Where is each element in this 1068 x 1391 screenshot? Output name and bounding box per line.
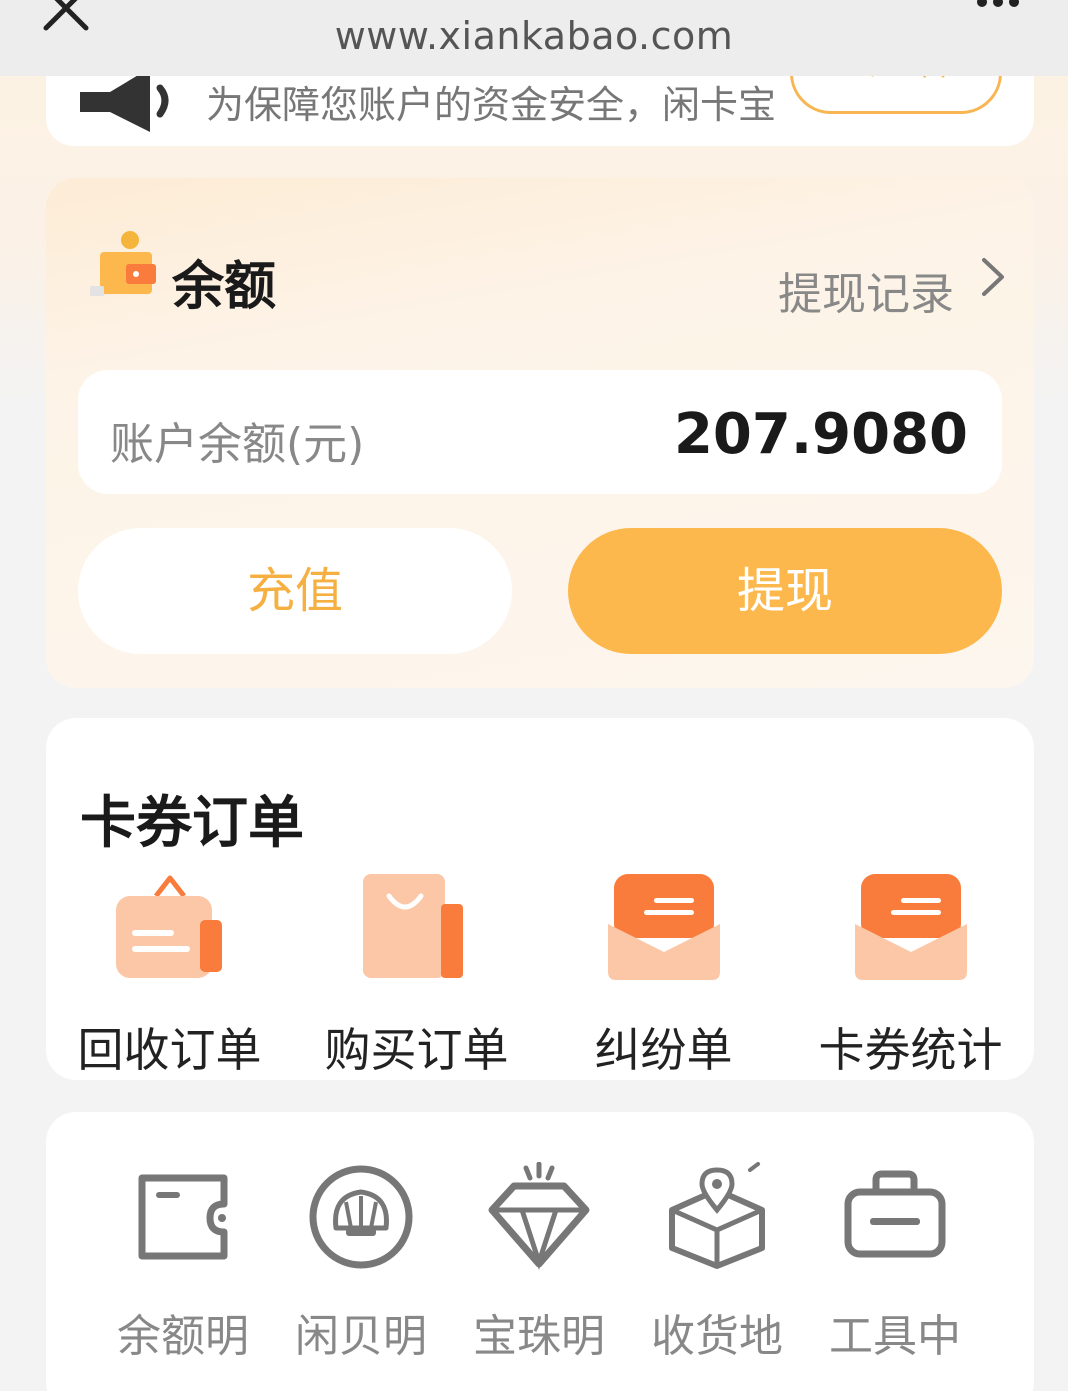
more-icon[interactable] [974, 0, 1022, 11]
browser-top-bar: www.xiankabao.com [0, 0, 1068, 76]
balance-title: 余额 [172, 257, 277, 317]
tool-label: 收货地 [651, 1311, 783, 1362]
withdraw-button[interactable]: 提现 [568, 528, 1002, 654]
wallet-coin-icon [90, 231, 156, 296]
card-orders-section: 卡券订单 回收订单 购买订单 纠纷单 卡券统计 [46, 718, 1034, 1080]
account-balance-value: 207.9080 [673, 402, 968, 467]
recycle-order-item[interactable]: 回收订单 [46, 868, 293, 1077]
purchase-order-item[interactable]: 购买订单 [293, 868, 540, 1077]
shell-icon [309, 1165, 413, 1269]
shopping-bag-icon [363, 874, 463, 978]
speaker-icon [80, 68, 169, 132]
recharge-button[interactable]: 充值 [78, 528, 512, 654]
envelope-icon [855, 874, 967, 980]
withdraw-record-link[interactable]: 提现记录 [778, 258, 954, 322]
location-box-icon [669, 1162, 765, 1269]
wallet-icon [138, 1174, 228, 1260]
recycle-order-icon [116, 875, 222, 978]
account-balance-row: 账户余额(元) 207.9080 [78, 370, 1002, 494]
orders-title: 卡券订单 [80, 791, 304, 856]
order-label: 卡券统计 [818, 1023, 1003, 1077]
toolbox-icon [844, 1170, 946, 1258]
order-label: 纠纷单 [594, 1023, 733, 1077]
notice-text: 为保障您账户的资金安全，闲卡宝 [206, 83, 777, 127]
browser-url: www.xiankabao.com [334, 14, 734, 58]
chevron-right-icon[interactable] [978, 256, 1008, 298]
tool-label: 余额明 [117, 1311, 249, 1362]
pearl-detail-item[interactable]: 宝珠明 [450, 1162, 628, 1362]
envelope-icon [608, 874, 720, 980]
tool-label: 工具中 [829, 1311, 961, 1362]
diamond-icon [488, 1162, 590, 1271]
xianbei-detail-item[interactable]: 闲贝明 [272, 1162, 450, 1362]
order-label: 回收订单 [77, 1023, 262, 1077]
tool-label: 闲贝明 [295, 1311, 427, 1362]
tool-center-item[interactable]: 工具中 [806, 1162, 984, 1362]
tool-label: 宝珠明 [473, 1311, 605, 1362]
tools-section: 余额明 闲贝明 宝珠明 收货地 工具中 [46, 1112, 1034, 1391]
balance-detail-item[interactable]: 余额明 [94, 1162, 272, 1362]
shipping-address-item[interactable]: 收货地 [628, 1162, 806, 1362]
balance-card: 余额 提现记录 账户余额(元) 207.9080 充值 提现 [46, 178, 1034, 688]
account-balance-label: 账户余额(元) [110, 419, 365, 470]
coupon-statistics-item[interactable]: 卡券统计 [787, 868, 1034, 1077]
order-label: 购买订单 [324, 1023, 509, 1077]
dispute-order-item[interactable]: 纠纷单 [540, 868, 787, 1077]
